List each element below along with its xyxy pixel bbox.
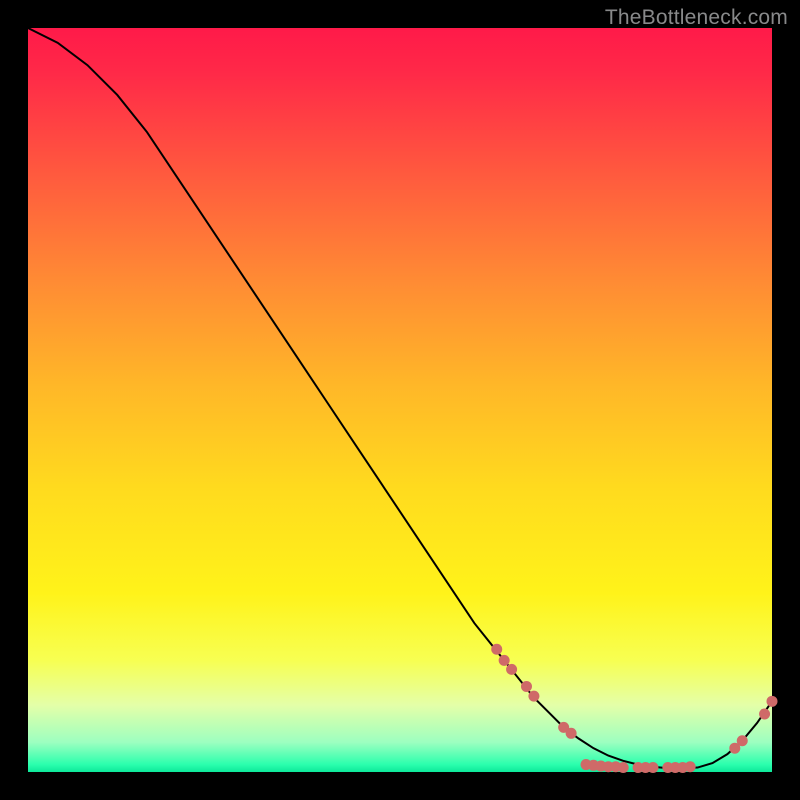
curve-marker (521, 681, 532, 692)
curve-marker (506, 664, 517, 675)
curve-marker (566, 728, 577, 739)
curve-marker (528, 691, 539, 702)
watermark-text: TheBottleneck.com (605, 6, 788, 30)
curve-marker (647, 762, 658, 773)
curve-marker (737, 735, 748, 746)
curve-layer (28, 28, 772, 772)
curve-marker (491, 644, 502, 655)
curve-marker (685, 761, 696, 772)
bottleneck-curve (28, 28, 772, 768)
curve-marker (767, 696, 778, 707)
chart-stage: TheBottleneck.com (0, 0, 800, 800)
curve-marker (499, 655, 510, 666)
curve-marker (759, 708, 770, 719)
plot-area (28, 28, 772, 772)
curve-markers (491, 644, 777, 773)
curve-marker (618, 762, 629, 773)
